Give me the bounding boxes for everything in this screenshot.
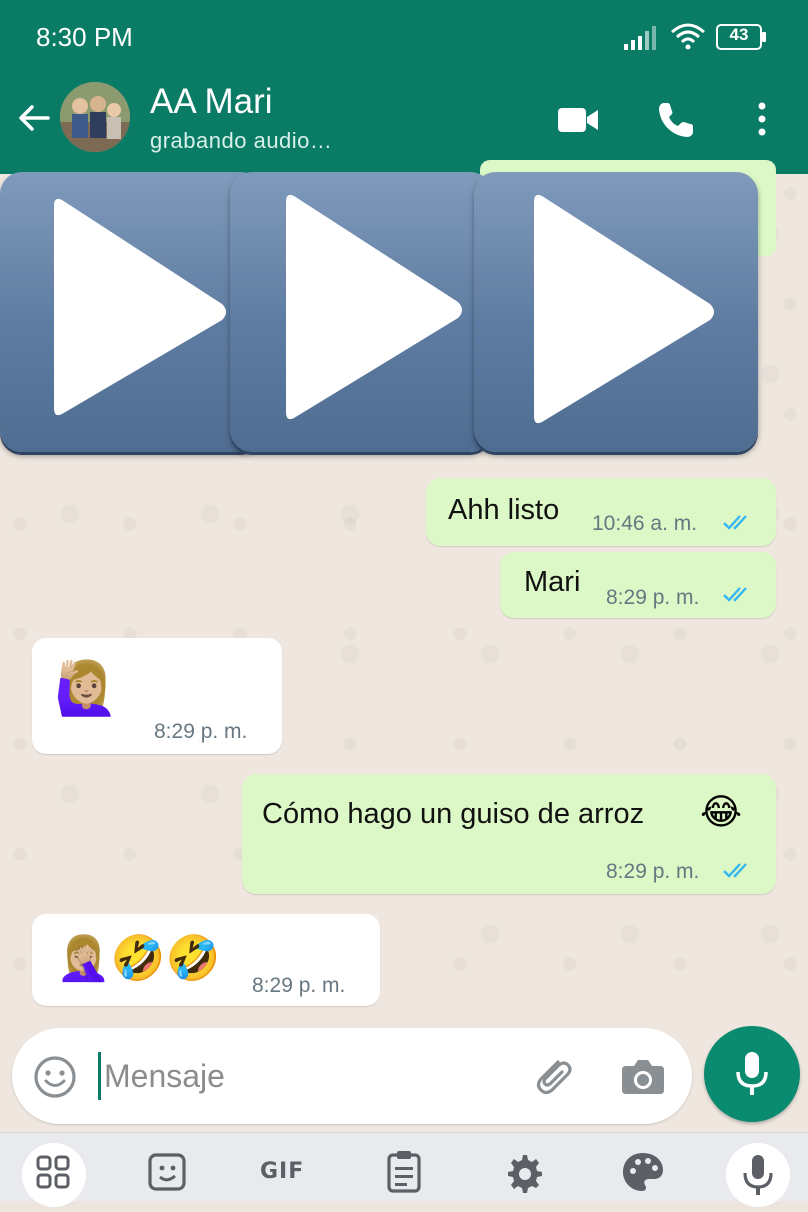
incoming-message[interactable]: 🙋🏼‍♀️ 8:29 p. m. [32,638,282,754]
play-icon [534,194,714,424]
read-ticks-icon [723,515,747,530]
incoming-message[interactable]: 🤦🏼‍♀️🤣🤣 8:29 p. m. [32,914,380,1006]
palette-icon[interactable] [620,1147,666,1197]
play-button-overlay[interactable] [0,172,262,452]
play-button-overlay[interactable] [230,172,492,452]
settings-icon[interactable] [502,1147,544,1197]
outgoing-message[interactable]: Ahh listo 10:46 a. m. [426,478,776,546]
message-emoji: 🙋🏼‍♀️ [54,659,119,719]
clipboard-icon[interactable] [384,1147,424,1197]
text-cursor [98,1052,101,1100]
apps-grid-icon [36,1155,70,1189]
battery-icon: 43 [716,24,766,50]
message-time: 8:29 p. m. [252,974,346,997]
outgoing-message[interactable]: Mari 8:29 p. m. [500,552,776,618]
attach-icon[interactable] [528,1052,576,1100]
mic-button[interactable] [704,1026,800,1122]
mic-icon [736,1052,768,1095]
contact-name[interactable]: AA Mari [150,82,273,122]
message-text: Ahh listo [448,494,560,526]
sticker-icon[interactable] [146,1147,190,1197]
voice-input-button[interactable] [726,1143,790,1207]
more-vert-icon[interactable] [752,100,772,140]
read-ticks-icon [723,587,747,602]
message-time: 8:29 p. m. [606,860,700,883]
wifi-icon [671,23,705,50]
message-input[interactable] [104,1052,504,1100]
camera-icon[interactable] [620,1054,666,1098]
phone-icon[interactable] [656,100,696,140]
battery-level: 43 [729,25,749,44]
composer-bar [0,1022,808,1134]
status-bar: 8:30 PM 43 [0,0,808,76]
contact-status: grabando audio… [150,128,333,153]
message-time: 10:46 a. m. [592,512,698,535]
message-box [12,1028,692,1124]
message-time: 8:29 p. m. [154,720,248,743]
outgoing-message[interactable]: Cómo hago un guiso de arroz 😂 8:29 p. m. [242,774,776,894]
message-emoji: 🤦🏼‍♀️🤣🤣 [56,933,221,984]
read-ticks-icon [723,863,747,878]
emoji-icon[interactable] [32,1054,78,1100]
gif-button[interactable]: GIF [260,1159,304,1184]
apps-grid-button[interactable] [22,1143,86,1207]
contact-avatar[interactable] [60,82,130,152]
play-icon [54,198,226,416]
signal-icon [624,26,656,50]
keyboard-toolbar: GIF [0,1132,808,1207]
back-arrow-icon[interactable] [14,98,54,138]
play-icon [286,194,462,420]
message-emoji: 😂 [700,792,743,833]
video-call-icon[interactable] [556,104,600,136]
status-time: 8:30 PM [36,22,133,52]
play-button-overlay[interactable] [474,172,758,452]
message-text: Cómo hago un guiso de arroz [262,798,645,830]
message-text: Mari [524,566,581,598]
mic-icon [743,1155,773,1195]
message-time: 8:29 p. m. [606,586,700,609]
